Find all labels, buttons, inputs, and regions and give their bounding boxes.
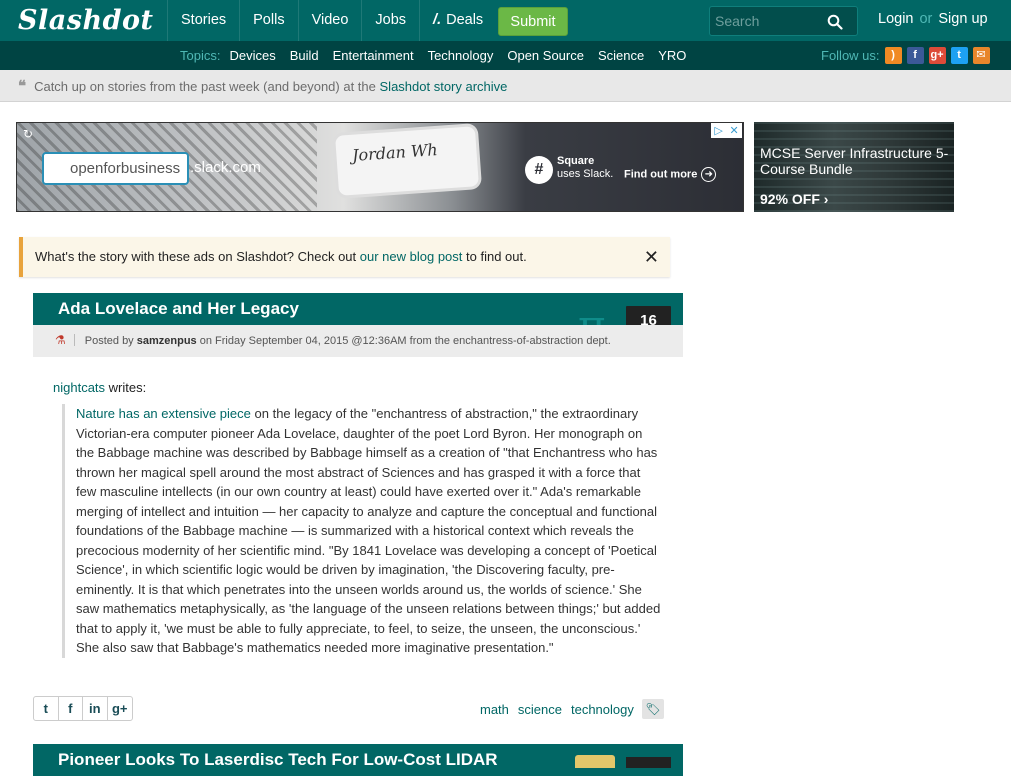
side-ad-offer: 92% OFF › xyxy=(760,191,828,207)
main-nav: Stories Polls Video Jobs /. Deals xyxy=(167,0,496,41)
email-icon[interactable]: ✉ xyxy=(972,47,990,64)
chevron-right-icon: › xyxy=(823,191,829,207)
writes-label: writes: xyxy=(108,380,147,395)
rss-icon[interactable]: ) xyxy=(884,47,902,64)
topic-open-source[interactable]: Open Source xyxy=(507,48,584,63)
notice-link[interactable]: our new blog post xyxy=(360,249,463,264)
facebook-share-icon[interactable]: f xyxy=(59,697,83,720)
article-byline: ⚗ Posted by samzenpus on Friday September… xyxy=(33,325,683,357)
google-plus-share-icon[interactable]: g+ xyxy=(108,697,133,720)
slack-logo-icon: # xyxy=(525,156,553,184)
submitter-link[interactable]: nightcats xyxy=(53,380,105,395)
banner-ad[interactable]: Jordan Wh openforbusiness .slack.com # S… xyxy=(16,122,744,212)
ad-url-field: openforbusiness xyxy=(42,152,189,185)
tag-math[interactable]: math xyxy=(480,702,509,717)
ad-refresh-icon[interactable]: ↻ xyxy=(23,127,33,141)
archive-link[interactable]: Slashdot story archive xyxy=(380,79,508,94)
topic-build[interactable]: Build xyxy=(290,48,319,63)
twitter-icon[interactable]: t xyxy=(950,47,968,64)
ad-cta[interactable]: Find out more ➜ xyxy=(624,167,717,182)
archive-text: Catch up on stories from the past week (… xyxy=(34,79,376,94)
side-ad[interactable]: MCSE Server Infrastructure 5-Course Bund… xyxy=(754,122,954,212)
disk-icon[interactable] xyxy=(575,755,615,768)
topics-bar: Topics: Devices Build Entertainment Tech… xyxy=(0,41,1011,70)
login-link[interactable]: Login xyxy=(878,11,913,27)
ad-cta-label: Find out more xyxy=(624,168,698,181)
search-input[interactable] xyxy=(710,7,826,35)
tag-science[interactable]: science xyxy=(518,702,562,717)
side-ad-title: MCSE Server Infrastructure 5-Course Bund… xyxy=(760,145,949,177)
nav-polls[interactable]: Polls xyxy=(239,0,297,41)
search-icon[interactable] xyxy=(827,14,843,30)
author: samzenpus xyxy=(136,335,197,347)
quote-icon: ❝ xyxy=(18,77,27,95)
or-text: or xyxy=(919,11,933,27)
archive-strip: ❝ Catch up on stories from the past week … xyxy=(0,70,1011,102)
nav-deals-label: Deals xyxy=(446,12,484,28)
linkedin-share-icon[interactable]: in xyxy=(83,697,108,720)
deals-slash-icon: /. xyxy=(433,12,442,28)
notice-suffix: to find out. xyxy=(466,249,527,264)
quote-text: on the legacy of the "enchantress of abs… xyxy=(76,406,661,655)
follow-label: Follow us: xyxy=(821,48,880,63)
ad-close-icon[interactable]: ✕ xyxy=(729,124,738,137)
twitter-share-icon[interactable]: t xyxy=(34,697,59,720)
auth-links: Login or Sign up xyxy=(878,11,988,27)
tag-technology[interactable]: technology xyxy=(571,702,634,717)
topics-label: Topics: xyxy=(180,48,221,63)
topic-entertainment[interactable]: Entertainment xyxy=(333,48,414,63)
article2-title[interactable]: Pioneer Looks To Laserdisc Tech For Low-… xyxy=(58,744,498,776)
article-tags: math science technology 🏷 xyxy=(480,699,664,719)
side-ad-offer-label: 92% OFF xyxy=(760,191,820,207)
article-quote: Nature has an extensive piece on the leg… xyxy=(62,404,662,658)
topic-yro[interactable]: YRO xyxy=(658,48,686,63)
google-plus-icon[interactable]: g+ xyxy=(928,47,946,64)
slashdot-logo[interactable]: Slashdot xyxy=(18,5,153,36)
follow-us: Follow us: ) f g+ t ✉ xyxy=(821,41,990,70)
ad-choices[interactable]: ▷ ✕ xyxy=(711,123,742,138)
notice-text: What's the story with these ads on Slash… xyxy=(35,249,357,264)
search-box xyxy=(709,6,858,36)
ad-square-title: Square xyxy=(557,155,595,167)
ad-domain: .slack.com xyxy=(190,159,261,176)
ads-notice: What's the story with these ads on Slash… xyxy=(19,237,670,277)
nav-video[interactable]: Video xyxy=(297,0,362,41)
tag-icon[interactable]: 🏷 xyxy=(641,699,664,719)
nav-deals[interactable]: /. Deals xyxy=(419,0,496,41)
submitter-line: nightcats writes: xyxy=(53,380,146,395)
ad-square-sub: uses Slack. xyxy=(557,168,614,180)
close-icon[interactable]: ✕ xyxy=(644,237,659,277)
article-title[interactable]: Ada Lovelace and Her Legacy xyxy=(58,293,299,325)
quote-link[interactable]: Nature has an extensive piece xyxy=(76,406,251,421)
comment-count-2[interactable] xyxy=(626,757,671,768)
arrow-right-icon: ➜ xyxy=(701,167,717,182)
nav-jobs[interactable]: Jobs xyxy=(361,0,419,41)
topic-technology[interactable]: Technology xyxy=(428,48,494,63)
posted-by-label: Posted by xyxy=(84,335,134,347)
signup-link[interactable]: Sign up xyxy=(938,11,987,27)
facebook-icon[interactable]: f xyxy=(906,47,924,64)
share-buttons: t f in g+ xyxy=(33,696,133,721)
topic-science[interactable]: Science xyxy=(598,48,644,63)
flask-icon: ⚗ xyxy=(55,334,75,346)
top-navbar: Slashdot Stories Polls Video Jobs /. Deal… xyxy=(0,0,1011,41)
ad-square-text: Square uses Slack. xyxy=(557,155,613,181)
submit-button[interactable]: Submit xyxy=(498,7,568,36)
adchoices-icon[interactable]: ▷ xyxy=(714,124,722,137)
nav-stories[interactable]: Stories xyxy=(167,0,239,41)
topics-nav: Topics: Devices Build Entertainment Tech… xyxy=(180,41,700,70)
topic-devices[interactable]: Devices xyxy=(229,48,275,63)
date-line: on Friday September 04, 2015 @12:36AM fr… xyxy=(199,335,611,347)
